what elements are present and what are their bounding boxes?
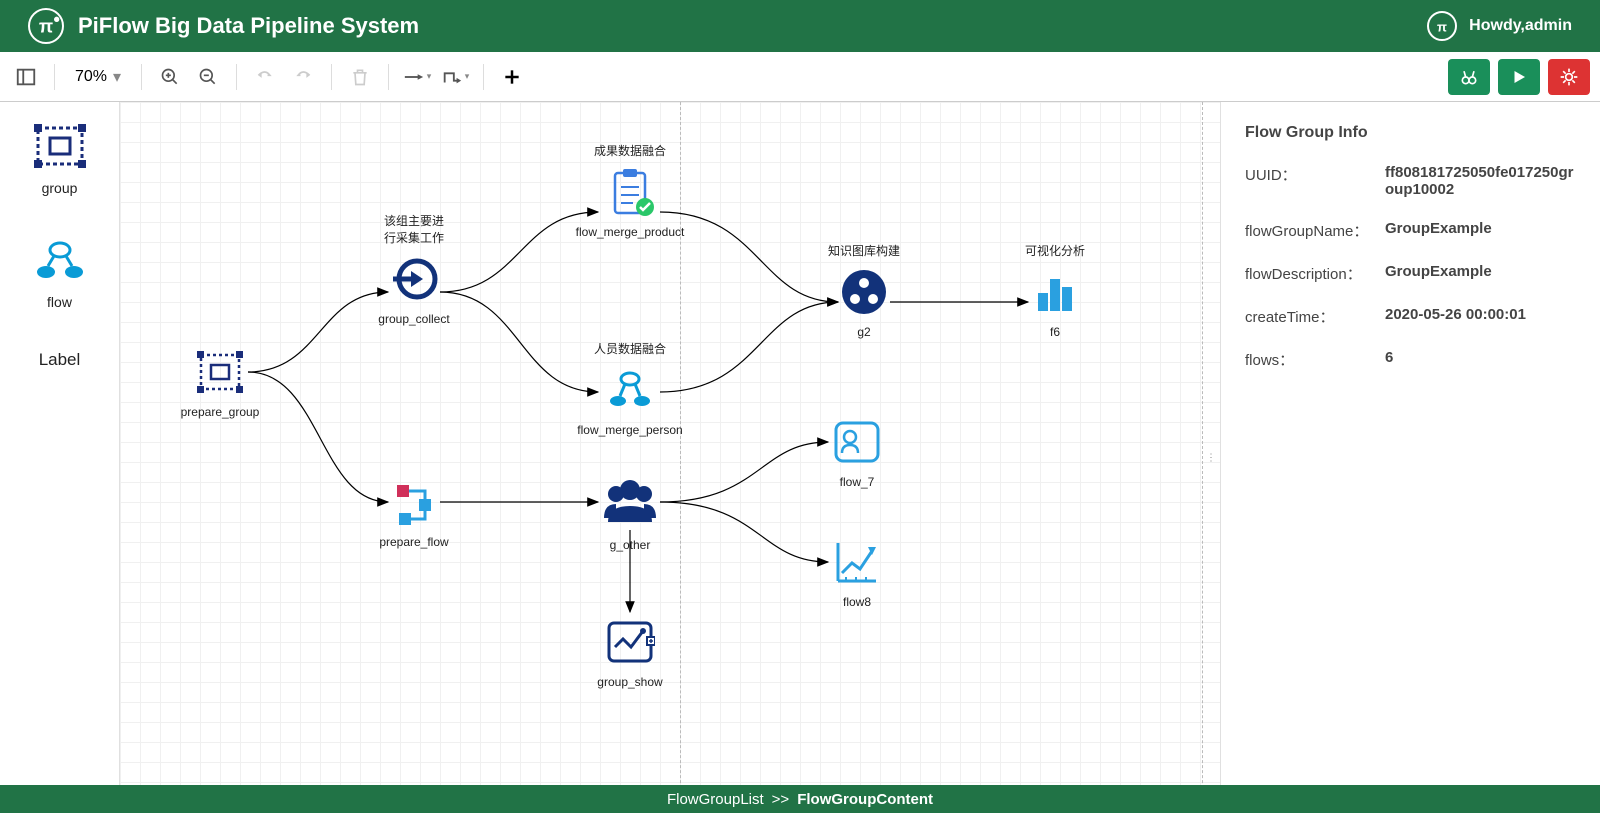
- node-g2[interactable]: 知识图库构建 g2: [814, 242, 914, 339]
- svg-text:π: π: [39, 16, 53, 37]
- info-key-flows: flows：: [1245, 349, 1385, 370]
- app-logo: π: [28, 8, 64, 44]
- user-icon: π: [1427, 11, 1457, 41]
- node-group-collect[interactable]: 该组主要进 行采集工作 group_collect: [364, 212, 464, 326]
- info-val-name: GroupExample: [1385, 220, 1576, 241]
- info-val-uuid: ff808181725050fe017250group10002: [1385, 164, 1576, 198]
- breadcrumb-item-active: FlowGroupContent: [797, 791, 933, 808]
- node-annotation: 可视化分析: [1025, 242, 1085, 259]
- info-key-name: flowGroupName：: [1245, 220, 1385, 241]
- node-annotation: 成果数据融合: [594, 142, 666, 159]
- flow-icon: [605, 365, 655, 415]
- import-icon: [389, 254, 439, 304]
- info-key-desc: flowDescription：: [1245, 263, 1385, 284]
- node-flow-7[interactable]: flow_7: [807, 417, 907, 489]
- node-g-other[interactable]: g_other: [580, 474, 680, 552]
- redo-button[interactable]: [287, 61, 319, 93]
- trend-chart-icon: [832, 537, 882, 587]
- add-button[interactable]: [496, 61, 528, 93]
- node-annotation: 知识图库构建: [828, 242, 900, 259]
- palette-flow-label: flow: [47, 294, 72, 310]
- node-label: g_other: [610, 538, 651, 552]
- palette-group[interactable]: group: [32, 122, 88, 196]
- zoom-out-button[interactable]: [192, 61, 224, 93]
- flow-icon: [389, 477, 439, 527]
- info-val-flows: 6: [1385, 349, 1576, 370]
- straight-edge-button[interactable]: ▾: [401, 61, 433, 93]
- delete-button[interactable]: [344, 61, 376, 93]
- find-button[interactable]: [1448, 59, 1490, 95]
- node-annotation: 人员数据融合: [594, 340, 666, 357]
- chevron-down-icon: ▾: [465, 71, 470, 82]
- resize-handle[interactable]: ⋮⋮: [1206, 452, 1220, 463]
- undo-button[interactable]: [249, 61, 281, 93]
- edge[interactable]: [660, 212, 838, 302]
- node-prepare-group[interactable]: prepare_group: [170, 347, 270, 419]
- info-key-time: createTime：: [1245, 306, 1385, 327]
- graph-icon: [839, 267, 889, 317]
- palette-label-text: Label: [39, 350, 81, 370]
- zoom-in-button[interactable]: [154, 61, 186, 93]
- run-button[interactable]: [1498, 59, 1540, 95]
- edge[interactable]: [660, 442, 828, 502]
- canvas[interactable]: prepare_group 该组主要进 行采集工作 group_collect …: [120, 102, 1220, 813]
- node-f6[interactable]: 可视化分析 f6: [1005, 242, 1105, 339]
- node-label: flow_merge_person: [577, 423, 682, 437]
- node-label: f6: [1050, 325, 1060, 339]
- palette-flow[interactable]: flow: [32, 236, 88, 310]
- settings-button[interactable]: [1548, 59, 1590, 95]
- palette-label[interactable]: Label: [39, 350, 81, 370]
- node-label: group_show: [597, 675, 662, 689]
- clipboard-icon: [605, 167, 655, 217]
- breadcrumb-footer: FlowGroupList >> FlowGroupContent: [0, 785, 1600, 813]
- zoom-value: 70%: [75, 68, 107, 86]
- node-flow8[interactable]: flow8: [807, 537, 907, 609]
- palette: group flow Label: [0, 102, 120, 813]
- chevron-down-icon: ▾: [427, 71, 432, 82]
- node-group-show[interactable]: group_show: [580, 617, 680, 689]
- chevron-down-icon: ▾: [113, 67, 121, 87]
- monitor-icon: [605, 617, 655, 667]
- user-card-icon: [832, 417, 882, 467]
- toolbar: 70% ▾ ▾ ▾: [0, 52, 1600, 102]
- breadcrumb-item[interactable]: FlowGroupList: [667, 791, 764, 808]
- info-panel-title: Flow Group Info: [1245, 124, 1576, 142]
- node-label: prepare_flow: [379, 535, 448, 549]
- edge[interactable]: [660, 302, 838, 392]
- node-flow-merge-product[interactable]: 成果数据融合 flow_merge_product: [580, 142, 680, 239]
- info-key-uuid: UUID：: [1245, 164, 1385, 198]
- info-val-time: 2020-05-26 00:00:01: [1385, 306, 1576, 327]
- zoom-selector[interactable]: 70% ▾: [67, 67, 129, 87]
- layout-toggle-button[interactable]: [10, 61, 42, 93]
- app-title: PiFlow Big Data Pipeline System: [78, 13, 419, 39]
- orthogonal-edge-button[interactable]: ▾: [439, 61, 471, 93]
- node-prepare-flow[interactable]: prepare_flow: [364, 477, 464, 549]
- node-label: flow_merge_product: [576, 225, 685, 239]
- node-annotation: 该组主要进 行采集工作: [384, 212, 444, 246]
- bar-chart-icon: [1030, 267, 1080, 317]
- breadcrumb-separator: >>: [772, 791, 790, 808]
- info-panel: Flow Group Info UUID： ff808181725050fe01…: [1220, 102, 1600, 813]
- edge[interactable]: [660, 502, 828, 562]
- node-label: flow_7: [840, 475, 875, 489]
- node-label: g2: [857, 325, 870, 339]
- node-flow-merge-person[interactable]: 人员数据融合 flow_merge_person: [580, 340, 680, 437]
- group-icon: [195, 347, 245, 397]
- node-label: flow8: [843, 595, 871, 609]
- app-header: π PiFlow Big Data Pipeline System π Howd…: [0, 0, 1600, 52]
- node-label: group_collect: [378, 312, 449, 326]
- svg-text:π: π: [1437, 19, 1447, 34]
- node-label: prepare_group: [181, 405, 260, 419]
- palette-group-label: group: [42, 180, 78, 196]
- users-icon: [602, 474, 658, 530]
- info-val-desc: GroupExample: [1385, 263, 1576, 284]
- user-greeting[interactable]: Howdy,admin: [1469, 17, 1572, 35]
